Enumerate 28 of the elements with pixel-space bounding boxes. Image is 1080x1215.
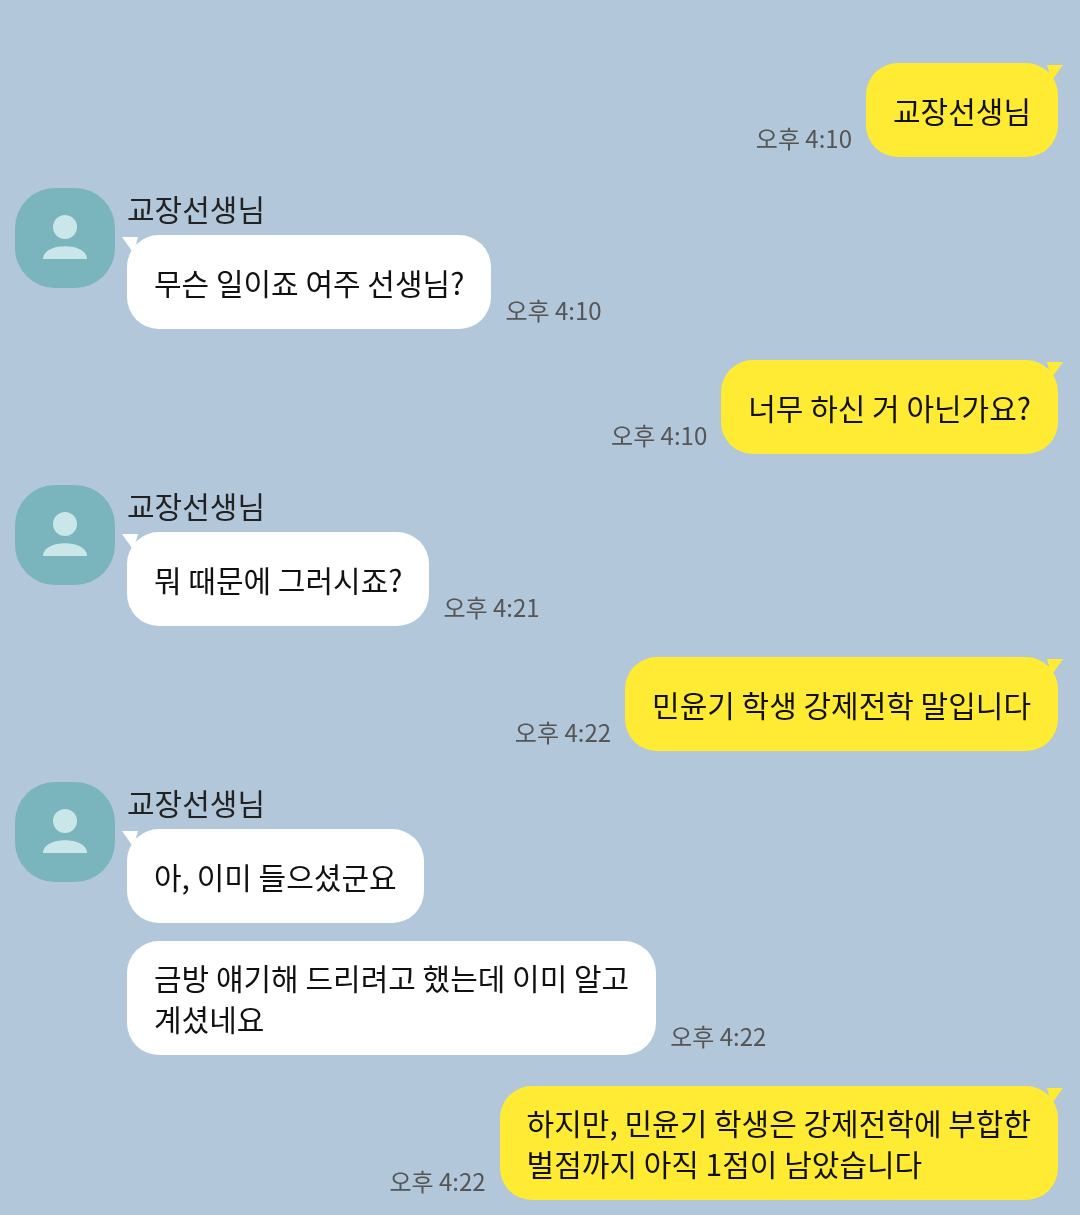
timestamp: 오후 4:22 [514, 714, 612, 749]
timestamp: 오후 4:10 [755, 120, 852, 155]
timestamp: 오후 4:22 [389, 1163, 486, 1198]
timestamp: 오후 4:21 [443, 589, 540, 624]
bubble-tail [1047, 1088, 1063, 1104]
avatar-icon[interactable] [15, 485, 115, 585]
timestamp: 오후 4:10 [505, 292, 602, 327]
avatar-icon[interactable] [15, 782, 115, 882]
bubble-tail [122, 534, 138, 550]
bubble-tail [1047, 659, 1063, 675]
message-bubble: 너무 하신 거 아닌가요? [721, 360, 1058, 454]
message-bubble: 민윤기 학생 강제전학 말입니다 [625, 657, 1058, 751]
sender-name: 교장선생님 [127, 784, 266, 820]
bubble-tail [1047, 362, 1063, 378]
sender-name: 교장선생님 [127, 487, 266, 523]
message-bubble: 뭐 때문에 그러시죠? [127, 532, 430, 626]
message-bubble: 무슨 일이죠 여주 선생님? [127, 235, 492, 329]
timestamp: 오후 4:22 [670, 1018, 767, 1053]
message-bubble: 아, 이미 들으셨군요 [127, 829, 424, 923]
message-bubble: 금방 얘기해 드리려고 했는데 이미 알고 계셨네요 [127, 941, 657, 1055]
message-bubble: 교장선생님 [866, 63, 1058, 157]
avatar-icon[interactable] [15, 188, 115, 288]
message-bubble: 하지만, 민윤기 학생은 강제전학에 부합한 벌점까지 아직 1점이 남았습니다 [499, 1086, 1058, 1200]
bubble-tail [122, 237, 138, 253]
sender-name: 교장선생님 [127, 190, 266, 226]
bubble-tail [122, 831, 138, 847]
timestamp: 오후 4:10 [611, 417, 708, 452]
bubble-tail [1047, 65, 1063, 81]
